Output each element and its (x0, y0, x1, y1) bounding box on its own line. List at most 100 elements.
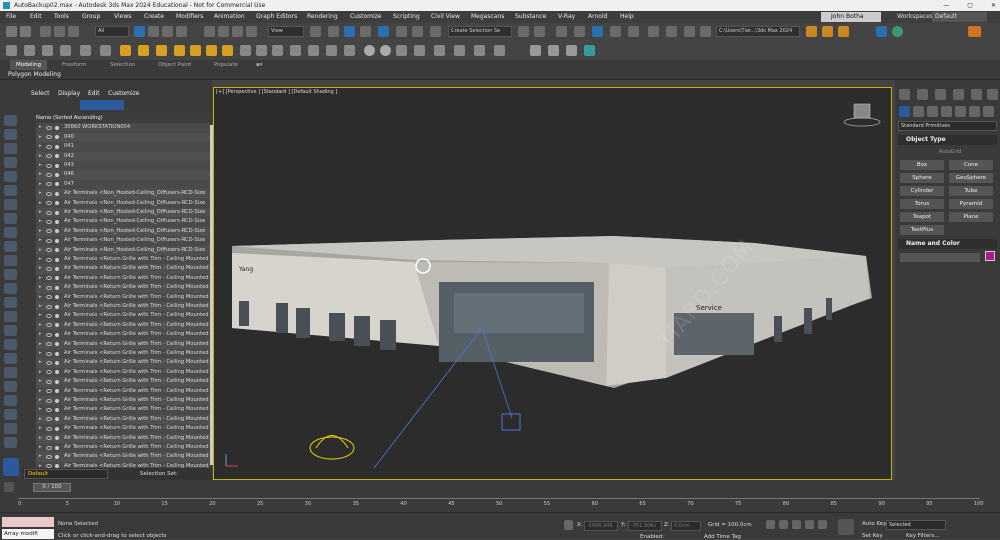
display-space-warps-icon[interactable] (4, 199, 17, 210)
menu-megascans[interactable]: Megascans (471, 11, 504, 23)
save-icon[interactable] (838, 26, 849, 37)
expand-arrow-icon[interactable]: ▸ (39, 330, 42, 339)
teapot-button[interactable]: Teapot (900, 212, 944, 222)
layer-dropdown[interactable]: Default (24, 469, 108, 479)
hierarchy-tab-icon[interactable] (935, 89, 946, 100)
geometry-category-icon[interactable] (899, 106, 910, 117)
expand-arrow-icon[interactable]: ▸ (39, 189, 42, 198)
edit-named-sets-icon[interactable] (430, 26, 441, 37)
shapes-category-icon[interactable] (913, 106, 924, 117)
systems-category-icon[interactable] (983, 106, 994, 117)
visibility-eye-icon[interactable] (46, 219, 52, 224)
display-containers-icon[interactable] (4, 255, 17, 266)
viewport-layout-icon[interactable] (876, 26, 887, 37)
expand-arrow-icon[interactable]: ▸ (39, 368, 42, 377)
visibility-eye-icon[interactable] (46, 332, 52, 337)
display-geometry-icon[interactable] (4, 129, 17, 140)
set-key-icon[interactable] (838, 519, 854, 535)
vray-vision-icon[interactable] (454, 45, 465, 56)
visibility-eye-icon[interactable] (46, 285, 52, 290)
visibility-eye-icon[interactable] (46, 304, 52, 309)
reference-coordinate-dropdown[interactable]: View (268, 26, 304, 37)
selection-filter-dropdown[interactable]: All (95, 26, 129, 37)
visibility-eye-icon[interactable] (46, 445, 52, 450)
visibility-eye-icon[interactable] (46, 163, 52, 168)
scene-object-row[interactable]: ▸ Air Terminals <Return Grille with Trim … (36, 387, 210, 396)
visibility-eye-icon[interactable] (46, 238, 52, 243)
menu-scripting[interactable]: Scripting (393, 11, 420, 23)
expand-arrow-icon[interactable]: ▸ (39, 405, 42, 414)
move-icon[interactable] (204, 26, 215, 37)
display-lights-icon[interactable] (4, 157, 17, 168)
expand-arrow-icon[interactable]: ▸ (39, 283, 42, 292)
display-none-icon[interactable] (4, 115, 17, 126)
scene-object-row[interactable]: ▸ Air Terminals <Return Grille with Trim … (36, 349, 210, 358)
scene-object-row[interactable]: ▸ Air Terminals <Non_Hosted-Ceiling_Diffu… (36, 226, 210, 237)
display-invert-icon[interactable] (4, 325, 17, 336)
goto-start-icon[interactable] (766, 520, 775, 529)
expand-arrow-icon[interactable]: ▸ (39, 152, 42, 161)
display-cameras-icon[interactable] (4, 171, 17, 182)
vray-physical-camera-icon[interactable] (240, 45, 251, 56)
expand-arrow-icon[interactable]: ▸ (39, 208, 42, 217)
visibility-eye-icon[interactable] (46, 276, 52, 281)
create-tab-icon[interactable] (899, 89, 910, 100)
object-type-rollout[interactable]: Object Type (898, 135, 997, 145)
goto-end-icon[interactable] (818, 520, 827, 529)
scene-object-row[interactable]: ▸ Air Terminals <Return Grille with Trim … (36, 414, 210, 425)
expand-arrow-icon[interactable]: ▸ (39, 264, 42, 273)
vray-render-icon[interactable] (6, 45, 17, 56)
mirror-icon[interactable] (518, 26, 529, 37)
render-setup-icon[interactable] (666, 26, 677, 37)
scene-object-row[interactable]: ▸ Air Terminals <Return Grille with Trim … (36, 330, 210, 339)
x-coord-field[interactable]: -5686.946 (584, 521, 618, 531)
vray-sphere-light-icon[interactable] (138, 45, 149, 56)
menu-rendering[interactable]: Rendering (307, 11, 338, 23)
vray-ambient-light-icon[interactable] (206, 45, 217, 56)
material-editor-icon[interactable] (648, 26, 659, 37)
scene-object-row[interactable]: ▸ Air Terminals <Return Grille with Trim … (36, 302, 210, 312)
scene-object-row[interactable]: ▸ Air Terminals <Return Grille with Trim … (36, 368, 210, 377)
maxscript-listener-field[interactable] (2, 517, 54, 527)
display-all-icon[interactable] (4, 297, 17, 308)
vray-toolbar-b-icon[interactable] (494, 45, 505, 56)
expand-arrow-icon[interactable]: ▸ (39, 227, 42, 236)
expand-arrow-icon[interactable]: ▸ (39, 217, 42, 226)
vray-dome-light-icon[interactable] (156, 45, 167, 56)
rendered-frame-icon[interactable] (684, 26, 695, 37)
object-color-swatch[interactable] (985, 251, 995, 261)
visibility-eye-icon[interactable] (46, 323, 52, 328)
vray-toolbar-a-icon[interactable] (474, 45, 485, 56)
maximize-button[interactable]: ▢ (967, 0, 973, 11)
vray-frame-buffer-icon[interactable] (434, 45, 445, 56)
visibility-eye-icon[interactable] (46, 342, 52, 347)
visibility-eye-icon[interactable] (46, 454, 52, 459)
expand-arrow-icon[interactable]: ▸ (39, 377, 42, 386)
vray-sun-icon[interactable] (120, 45, 131, 56)
visibility-eye-icon[interactable] (46, 417, 52, 422)
scene-object-row[interactable]: ▸ Air Terminals <Return Grille with Trim … (36, 396, 210, 406)
menu-customize[interactable]: Customize (350, 11, 382, 23)
spinner-snap-icon[interactable] (412, 26, 423, 37)
vray-clipper-icon[interactable] (272, 45, 283, 56)
explorer-menu-display[interactable]: Display (58, 88, 80, 99)
vray-mtl-sphere2-icon[interactable] (380, 45, 391, 56)
ribbon-panel-title[interactable]: Polygon Modeling (0, 70, 1000, 80)
display-helpers-icon[interactable] (4, 185, 17, 196)
fast-render-icon[interactable] (968, 26, 981, 37)
scene-object-row[interactable]: ▸ Air Terminals <Return Grille with Trim … (36, 433, 210, 443)
menu-graph-editors[interactable]: Graph Editors (256, 11, 297, 23)
menu-create[interactable]: Create (144, 11, 164, 23)
scene-object-row[interactable]: ▸ Air Terminals <Return Grille with Trim … (36, 377, 210, 387)
visibility-eye-icon[interactable] (46, 266, 52, 271)
scene-object-row[interactable]: ▸ 30860 WORKSTATION004 (36, 123, 210, 132)
scene-object-row[interactable]: ▸ Air Terminals <Return Grille with Trim … (36, 264, 210, 274)
explorer-menu-customize[interactable]: Customize (108, 88, 140, 99)
display-hidden-icon[interactable] (4, 283, 17, 294)
render-icon[interactable] (700, 26, 711, 37)
workspaces-dropdown[interactable]: Default (932, 12, 987, 22)
auto-key-button[interactable]: Auto Key (862, 521, 887, 527)
teapot-light-icon[interactable] (309, 435, 355, 460)
scene-object-row[interactable]: ▸ 041 (36, 142, 210, 151)
menu-edit[interactable]: Edit (30, 11, 42, 23)
